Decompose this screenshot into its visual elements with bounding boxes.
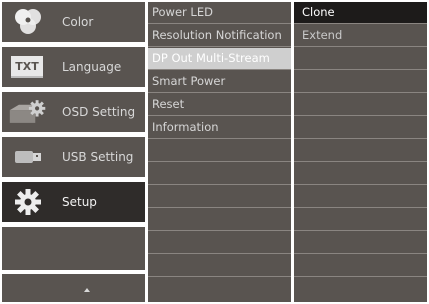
setup-submenu: Power LED Resolution Notification DP Out… [148,2,291,302]
menu-item-label: Setup [62,195,97,209]
dp-out-options: Clone Extend [294,2,427,302]
usb-plug-icon [8,141,48,173]
option-extend[interactable]: Extend [294,25,427,47]
main-menu: Color TXT Language OSD Setting USB Setti… [2,2,145,302]
osd-gear-icon [8,96,48,128]
gear-icon [8,186,48,218]
submenu-empty-row [148,186,291,208]
submenu-item-dp-out-multi-stream[interactable]: DP Out Multi-Stream [148,48,291,70]
options-empty-row [294,94,427,116]
submenu-empty-row [148,140,291,162]
menu-item-usb-setting[interactable]: USB Setting [2,137,145,177]
color-circles-icon [8,6,48,38]
submenu-empty-row [148,255,291,277]
options-empty-row [294,163,427,185]
options-empty-row [294,117,427,139]
options-empty-row [294,186,427,208]
submenu-empty-row [148,163,291,185]
menu-item-language[interactable]: TXT Language [2,47,145,87]
menu-item-setup[interactable]: Setup [2,182,145,222]
submenu-item-information[interactable]: Information [148,117,291,139]
menu-item-label: OSD Setting [62,105,136,119]
menu-scroll-up[interactable] [2,274,145,302]
options-empty-row [294,209,427,231]
submenu-item-power-led[interactable]: Power LED [148,2,291,24]
options-empty-row [294,232,427,254]
options-empty-row [294,48,427,70]
submenu-empty-row [148,278,291,302]
options-empty-row [294,140,427,162]
osd-menu: Color TXT Language OSD Setting USB Setti… [0,0,429,304]
submenu-item-resolution-notification[interactable]: Resolution Notification [148,25,291,47]
option-clone[interactable]: Clone [294,2,427,24]
txt-language-icon: TXT [8,51,48,83]
menu-item-color[interactable]: Color [2,2,145,42]
menu-empty-slot [2,227,145,270]
submenu-empty-row [148,209,291,231]
submenu-item-reset[interactable]: Reset [148,94,291,116]
menu-item-label: Color [62,15,94,29]
menu-item-osd-setting[interactable]: OSD Setting [2,92,145,132]
up-arrow-icon [84,288,90,292]
options-empty-row [294,71,427,93]
submenu-empty-row [148,232,291,254]
menu-item-label: USB Setting [62,150,134,164]
options-empty-row [294,255,427,277]
svg-text:TXT: TXT [15,60,39,73]
menu-item-label: Language [62,60,122,74]
options-empty-row [294,278,427,302]
submenu-item-smart-power[interactable]: Smart Power [148,71,291,93]
